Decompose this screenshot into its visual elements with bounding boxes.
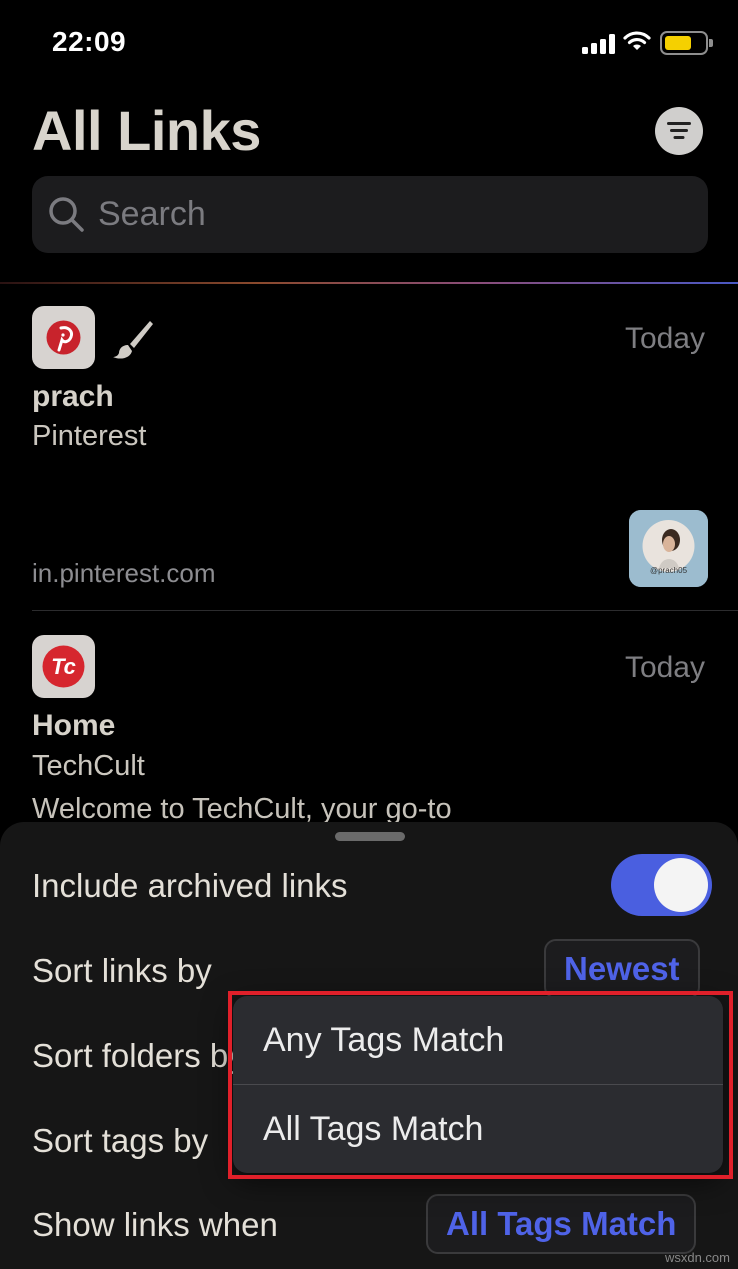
svg-text:Tc: Tc [51,654,76,679]
page-title: All Links [32,99,261,162]
link-title: Home [32,709,116,742]
link-domain: in.pinterest.com [32,558,216,588]
sheet-handle[interactable] [335,832,405,841]
wifi-icon [623,31,651,50]
show-links-when-button[interactable]: All Tags Match [426,1194,697,1254]
search-icon [49,197,84,232]
link-date: Today [624,651,705,684]
link-site-name: TechCult [32,750,145,782]
watermark: wsxdn.com [664,1250,730,1265]
link-title: prach [32,380,114,413]
sort-tags-label: Sort tags by [32,1122,209,1159]
status-bar: 22:09 [0,0,738,90]
highlight-annotation [228,991,733,1179]
paintbrush-icon [113,321,153,359]
cellular-signal-icon [582,34,616,54]
sort-links-label: Sort links by [32,952,212,989]
show-links-when-label: Show links when [32,1206,278,1243]
link-date: Today [624,322,705,355]
filter-button[interactable] [655,107,703,155]
link-thumbnail: @prach05 [629,510,708,587]
search-input[interactable] [98,176,688,253]
status-time: 22:09 [52,26,127,57]
toggle-knob [654,858,708,912]
pinterest-icon [32,306,95,369]
battery-icon [660,31,713,55]
include-archived-label: Include archived links [32,867,348,904]
link-site-name: Pinterest [32,420,147,452]
svg-text:@prach05: @prach05 [650,566,688,575]
link-item[interactable]: Today prach Pinterest @prach05 in.pinter… [0,284,738,611]
sort-folders-label: Sort folders by [32,1037,245,1074]
search-bar[interactable] [32,176,708,253]
techcult-icon: Tc [32,635,95,698]
link-item[interactable]: Tc Today Home TechCult Welcome to TechCu… [0,611,738,825]
include-archived-toggle[interactable] [611,854,712,916]
sort-links-button[interactable]: Newest [544,939,700,999]
